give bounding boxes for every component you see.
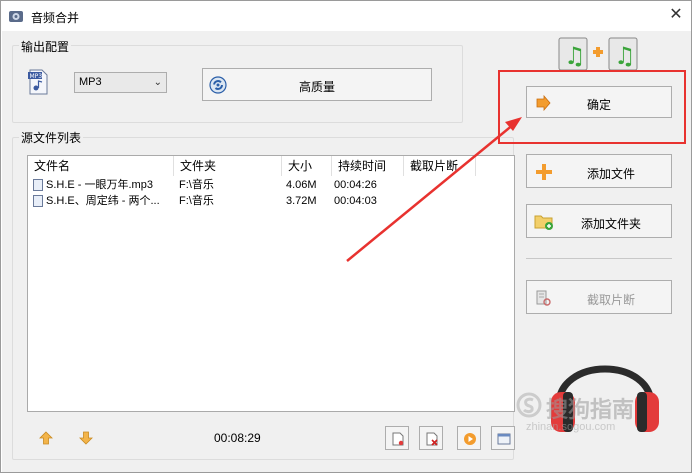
remove-file-button[interactable] xyxy=(419,426,443,450)
play-button[interactable] xyxy=(457,426,481,450)
add-folder-button[interactable]: 添加文件夹 xyxy=(526,204,672,238)
format-value: MP3 xyxy=(79,76,102,88)
settings-button[interactable] xyxy=(491,426,515,450)
close-button[interactable]: ✕ xyxy=(665,5,687,25)
svg-text:♫: ♫ xyxy=(564,42,586,70)
format-select[interactable]: MP3 ⌄ xyxy=(74,72,167,93)
actions-divider xyxy=(526,258,672,259)
file-list[interactable]: 文件名 文件夹 大小 持续时间 截取片断 S.H.E - 一眼万年.mp3 F:… xyxy=(27,155,515,412)
column-header-size[interactable]: 大小 xyxy=(282,156,332,176)
row-folder: F:\音乐 xyxy=(179,195,214,207)
add-file-button[interactable]: 添加文件 xyxy=(526,154,672,188)
watermark-url: zhinan.sogou.com xyxy=(526,421,616,433)
quality-button[interactable]: 高质量 xyxy=(202,68,432,101)
table-row[interactable]: S.H.E - 一眼万年.mp3 F:\音乐 4.06M 00:04:26 xyxy=(28,177,514,193)
row-name: S.H.E、周定纬 - 两个... xyxy=(46,195,160,207)
quality-label: 高质量 xyxy=(298,80,335,94)
chevron-down-icon: ⌄ xyxy=(153,77,162,88)
column-header-folder[interactable]: 文件夹 xyxy=(174,156,282,176)
total-duration: 00:08:29 xyxy=(214,431,261,445)
row-folder: F:\音乐 xyxy=(179,179,214,191)
add-folder-label: 添加文件夹 xyxy=(580,217,641,231)
title-bar: 音频合并 ✕ xyxy=(1,1,691,31)
new-list-button[interactable] xyxy=(385,426,409,450)
music-merge-icon: ♫ ♫ xyxy=(558,37,638,71)
arrow-down-icon[interactable] xyxy=(79,431,93,445)
add-file-label: 添加文件 xyxy=(586,167,635,181)
row-name: S.H.E - 一眼万年.mp3 xyxy=(46,179,153,191)
row-size: 3.72M xyxy=(286,195,317,207)
table-row[interactable]: S.H.E、周定纬 - 两个... F:\音乐 3.72M 00:04:03 xyxy=(28,193,514,209)
column-header-name[interactable]: 文件名 xyxy=(28,156,174,176)
delete-file-icon xyxy=(426,432,438,446)
audio-file-icon xyxy=(33,179,43,191)
audio-file-icon xyxy=(33,195,43,207)
svg-text:MP3: MP3 xyxy=(30,73,43,80)
play-icon xyxy=(464,433,476,445)
column-header-duration[interactable]: 持续时间 xyxy=(332,156,404,176)
new-file-icon xyxy=(392,432,404,446)
source-list-label: 源文件列表 xyxy=(19,129,84,146)
clip-button[interactable]: 截取片断 xyxy=(526,280,672,314)
clip-label: 截取片断 xyxy=(586,293,635,307)
output-config-label: 输出配置 xyxy=(19,38,72,55)
watermark-brand: 搜狗指南 xyxy=(546,397,635,422)
mp3-file-icon: MP3 xyxy=(28,69,48,95)
row-duration: 00:04:03 xyxy=(334,195,377,207)
arrow-up-icon[interactable] xyxy=(39,431,53,445)
annotation-highlight-box xyxy=(498,70,686,144)
svg-text:♫: ♫ xyxy=(614,42,636,70)
speaker-icon xyxy=(9,11,23,22)
watermark: 搜狗指南 zhinan.sogou.com xyxy=(516,392,686,436)
row-duration: 00:04:26 xyxy=(334,179,377,191)
window-title: 音频合并 xyxy=(31,11,80,25)
row-size: 4.06M xyxy=(286,179,317,191)
window-icon xyxy=(497,433,511,445)
column-header-clip[interactable]: 截取片断 xyxy=(404,156,476,176)
sogou-logo-icon xyxy=(516,392,542,418)
